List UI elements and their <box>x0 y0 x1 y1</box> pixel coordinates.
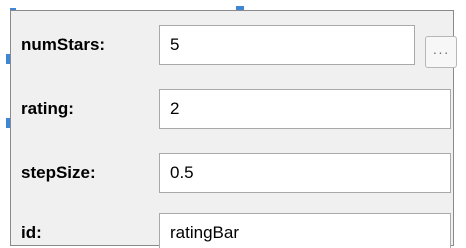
numstars-field[interactable]: 5 <box>159 25 415 65</box>
property-label: rating: <box>21 99 74 118</box>
property-label: numStars: <box>21 35 106 54</box>
stepsize-field[interactable]: 0.5 <box>159 153 451 193</box>
property-row-stepsize: stepSize: 0.5 <box>11 147 453 199</box>
rating-field[interactable]: 2 <box>159 89 451 129</box>
id-field[interactable]: ratingBar <box>159 213 451 248</box>
property-row-id: id: ratingBar <box>11 207 453 248</box>
property-editor-canvas: numStars: 5 ··· rating: 2 stepSize: 0.5 … <box>0 0 466 248</box>
ellipsis-button[interactable]: ··· <box>425 36 457 68</box>
ellipsis-icon: ··· <box>432 44 450 60</box>
properties-panel: numStars: 5 ··· rating: 2 stepSize: 0.5 … <box>10 10 457 248</box>
property-row-numstars: numStars: 5 ··· <box>11 19 457 71</box>
property-label: stepSize: <box>21 163 96 182</box>
property-label: id: <box>21 223 42 242</box>
property-row-rating: rating: 2 <box>11 83 453 135</box>
